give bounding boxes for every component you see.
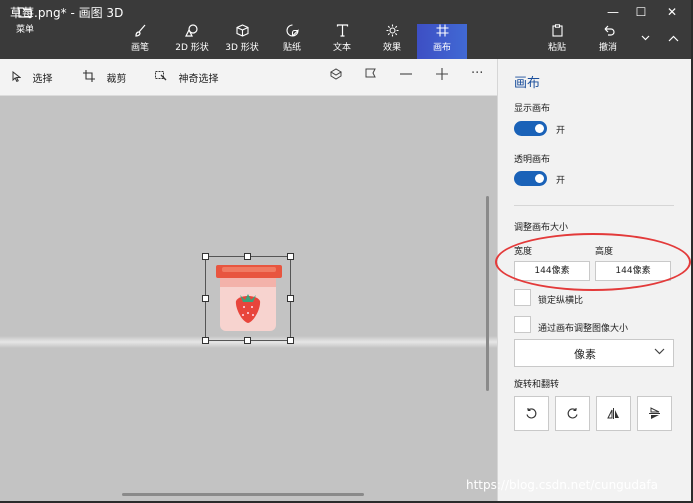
rotate-right-button[interactable] bbox=[555, 396, 590, 431]
ribbon: 菜单 画笔 2D 形状 3D 形状 贴纸 文本 效果 画布 粘贴 撤消 bbox=[0, 7, 693, 59]
tab-canvas-label: 画布 bbox=[432, 43, 451, 53]
minimize-button[interactable]: — bbox=[598, 0, 628, 24]
tab-2d-shapes[interactable]: 2D 形状 bbox=[170, 24, 214, 59]
crop-icon bbox=[83, 70, 99, 85]
more-options-icon[interactable]: ··· bbox=[471, 66, 483, 81]
unit-select[interactable]: 像素 bbox=[514, 339, 674, 367]
panel-title: 画布 bbox=[514, 76, 541, 91]
text-icon bbox=[325, 24, 359, 42]
canvas-icon bbox=[417, 24, 467, 42]
flag-icon[interactable] bbox=[365, 68, 377, 84]
resize-canvas-label: 调整画布大小 bbox=[514, 223, 569, 233]
flip-horizontal-button[interactable] bbox=[596, 396, 631, 431]
vertical-scrollbar[interactable] bbox=[486, 196, 489, 391]
show-canvas-label: 显示画布 bbox=[514, 104, 551, 114]
crop-tool[interactable]: 裁剪 bbox=[83, 70, 127, 85]
view-3d-icon[interactable] bbox=[330, 68, 342, 84]
tab-brushes-label: 画笔 bbox=[130, 43, 149, 53]
resize-handle[interactable] bbox=[287, 253, 294, 260]
tab-3d-shapes[interactable]: 3D 形状 bbox=[220, 24, 264, 59]
collapse-ribbon-button[interactable] bbox=[661, 24, 685, 59]
resize-handle[interactable] bbox=[287, 295, 294, 302]
tab-brushes[interactable]: 画笔 bbox=[123, 24, 157, 59]
close-button[interactable]: ✕ bbox=[657, 0, 687, 24]
resize-image-label: 通过画布调整图像大小 bbox=[538, 324, 629, 334]
chevron-up-icon bbox=[661, 30, 685, 48]
brush-icon bbox=[123, 24, 157, 42]
canvas-toolbar: 选择 裁剪 神奇选择 ··· bbox=[0, 59, 497, 96]
menu-button[interactable]: 菜单 bbox=[5, 4, 45, 59]
undo-button[interactable]: 撤消 bbox=[591, 24, 625, 59]
tab-effects[interactable]: 效果 bbox=[375, 24, 409, 59]
resize-handle[interactable] bbox=[244, 337, 251, 344]
crop-tool-label: 裁剪 bbox=[106, 74, 127, 85]
transparent-canvas-label: 透明画布 bbox=[514, 155, 551, 165]
magic-select-icon bbox=[155, 71, 171, 85]
resize-handle[interactable] bbox=[287, 337, 294, 344]
rotate-right-icon bbox=[566, 406, 579, 421]
highlight-annotation bbox=[495, 233, 691, 291]
cube-icon bbox=[220, 24, 264, 42]
canvas-workspace[interactable] bbox=[0, 96, 497, 501]
flip-horizontal-icon bbox=[607, 406, 620, 421]
effects-icon bbox=[375, 24, 409, 42]
history-dropdown[interactable] bbox=[636, 24, 654, 59]
undo-label: 撤消 bbox=[598, 43, 617, 53]
tab-3d-shapes-label: 3D 形状 bbox=[225, 43, 259, 53]
menu-label: 菜单 bbox=[15, 25, 34, 35]
paste-icon bbox=[540, 24, 574, 42]
panel-divider bbox=[514, 205, 674, 206]
resize-image-checkbox[interactable] bbox=[514, 316, 531, 333]
shapes-2d-icon bbox=[170, 24, 214, 42]
tab-canvas[interactable]: 画布 bbox=[417, 24, 467, 59]
folder-icon bbox=[5, 6, 45, 24]
flip-vertical-button[interactable] bbox=[637, 396, 672, 431]
tab-effects-label: 效果 bbox=[382, 43, 401, 53]
tab-stickers[interactable]: 贴纸 bbox=[275, 24, 309, 59]
flip-vertical-icon bbox=[648, 406, 661, 421]
title-bar: 草莓.png* - 画图 3D — ☐ ✕ bbox=[0, 0, 693, 24]
select-tool-label: 选择 bbox=[32, 74, 53, 85]
resize-handle[interactable] bbox=[202, 253, 209, 260]
sticker-icon bbox=[275, 24, 309, 42]
paint3d-window: 草莓.png* - 画图 3D — ☐ ✕ 菜单 画笔 2D 形状 3D 形状 … bbox=[0, 0, 693, 503]
show-canvas-toggle[interactable] bbox=[514, 121, 547, 136]
rotate-left-button[interactable] bbox=[514, 396, 549, 431]
magic-select-label: 神奇选择 bbox=[178, 74, 219, 85]
watermark-text: https://blog.csdn.net/cungudafa bbox=[466, 478, 658, 492]
lock-aspect-checkbox[interactable] bbox=[514, 289, 531, 306]
strawberry-image bbox=[216, 265, 282, 331]
paste-label: 粘贴 bbox=[547, 43, 566, 53]
canvas-selection-box[interactable] bbox=[202, 253, 294, 344]
resize-handle[interactable] bbox=[202, 295, 209, 302]
paste-button[interactable]: 粘贴 bbox=[540, 24, 574, 59]
chevron-down-icon bbox=[654, 345, 665, 358]
transparent-canvas-toggle[interactable] bbox=[514, 171, 547, 186]
tab-stickers-label: 贴纸 bbox=[282, 43, 301, 53]
tab-text-label: 文本 bbox=[332, 43, 351, 53]
zoom-in-icon[interactable] bbox=[436, 68, 448, 84]
undo-icon bbox=[591, 24, 625, 42]
select-tool[interactable]: 选择 bbox=[12, 70, 53, 85]
show-canvas-state: 开 bbox=[556, 126, 566, 136]
horizontal-scrollbar[interactable] bbox=[122, 493, 364, 496]
transparent-canvas-state: 开 bbox=[556, 176, 566, 186]
magic-select-tool[interactable]: 神奇选择 bbox=[155, 70, 219, 85]
rotate-left-icon bbox=[525, 406, 538, 421]
lock-aspect-label: 锁定纵横比 bbox=[538, 296, 584, 306]
tab-2d-shapes-label: 2D 形状 bbox=[175, 43, 209, 53]
resize-handle[interactable] bbox=[244, 253, 251, 260]
maximize-button[interactable]: ☐ bbox=[626, 0, 656, 24]
zoom-out-icon[interactable] bbox=[400, 68, 412, 84]
rotate-flip-label: 旋转和翻转 bbox=[514, 380, 560, 390]
unit-select-value: 像素 bbox=[574, 348, 596, 361]
cursor-icon bbox=[12, 70, 25, 85]
resize-handle[interactable] bbox=[202, 337, 209, 344]
chevron-down-icon bbox=[636, 30, 654, 48]
tab-text[interactable]: 文本 bbox=[325, 24, 359, 59]
